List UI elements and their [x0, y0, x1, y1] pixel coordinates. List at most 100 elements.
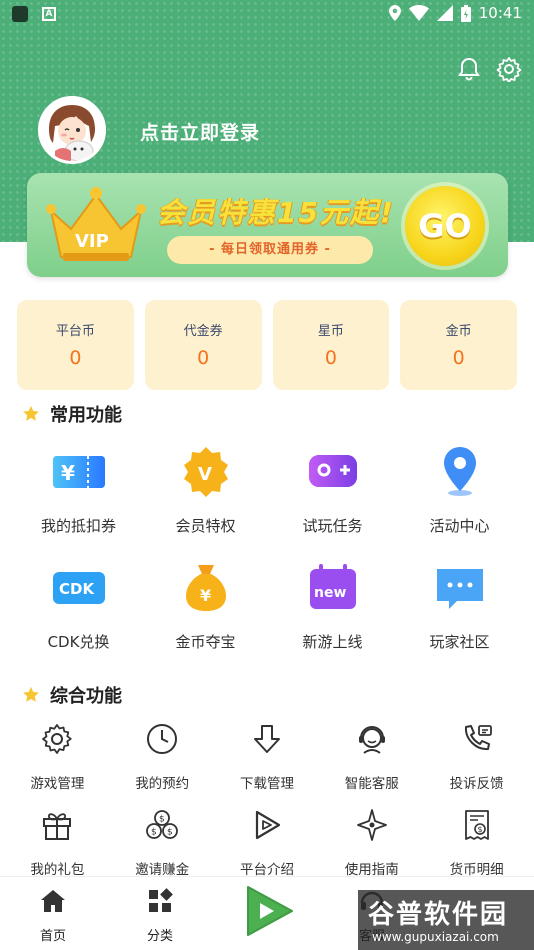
general-item-reservation[interactable]: 我的预约 — [110, 722, 215, 808]
wallet-summary: 平台币 0 代金券 0 星币 0 金币 0 — [17, 300, 517, 390]
login-prompt[interactable]: 点击立即登录 — [140, 118, 260, 145]
item-label: 新游上线 — [302, 633, 363, 651]
watermark: 谷普软件园 www.gupuxiazai.com — [358, 890, 534, 950]
center-play-icon[interactable] — [240, 883, 296, 939]
svg-text:¥: ¥ — [200, 586, 211, 605]
common-item-vip-privilege[interactable]: V 会员特权 — [142, 443, 269, 559]
nav-home[interactable]: 首页 — [23, 887, 83, 944]
svg-text:¥: ¥ — [61, 461, 75, 485]
svg-text:$: $ — [167, 828, 173, 838]
common-item-community[interactable]: 玩家社区 — [396, 559, 523, 675]
svg-text:V: V — [198, 464, 212, 485]
svg-text:$: $ — [151, 828, 157, 838]
nav-category[interactable]: 分类 — [130, 887, 190, 944]
item-label: 投诉反馈 — [449, 776, 504, 792]
item-label: CDK兑换 — [47, 633, 110, 651]
wallet-label: 金币 — [445, 324, 472, 339]
wallet-card-gold-coin[interactable]: 金币 0 — [400, 300, 517, 390]
item-label: 邀请赚金 — [135, 862, 190, 878]
item-label: 活动中心 — [429, 517, 490, 535]
wallet-card-voucher[interactable]: 代金券 0 — [144, 300, 262, 390]
item-label: 玩家社区 — [429, 633, 490, 651]
cdk-icon: CDK — [52, 572, 105, 604]
vip-subtitle: - 每日领取通用券 - — [167, 236, 373, 264]
compass-star-icon — [356, 809, 387, 841]
clock-time: 10:41 — [478, 4, 522, 22]
phone-feedback-icon — [464, 725, 492, 751]
item-label: 使用指南 — [344, 862, 399, 878]
common-item-gold-treasure[interactable]: ¥ 金币夺宝 — [142, 559, 269, 675]
wallet-value: 0 — [197, 347, 210, 369]
category-grid-icon — [149, 888, 173, 912]
item-label: 试玩任务 — [302, 517, 363, 535]
item-label: 货币明细 — [449, 862, 504, 878]
section-title-text: 常用功能 — [50, 405, 122, 426]
avatar-illustration — [41, 99, 103, 161]
wallet-value: 0 — [69, 347, 82, 369]
common-item-trial-task[interactable]: 试玩任务 — [269, 443, 396, 559]
general-item-game-management[interactable]: 游戏管理 — [5, 722, 110, 808]
general-item-download-management[interactable]: 下载管理 — [215, 722, 320, 808]
bell-icon[interactable] — [456, 56, 482, 82]
cdk-badge-text: CDK — [59, 580, 95, 598]
item-label: 下载管理 — [239, 776, 294, 792]
settings-gear-icon[interactable] — [496, 56, 522, 82]
font-notification-icon: A — [42, 7, 56, 21]
common-item-cdk[interactable]: CDK CDK兑换 — [15, 559, 142, 675]
coupon-icon: ¥ — [52, 456, 105, 488]
svg-text:$: $ — [477, 825, 482, 834]
general-functions-grid: 游戏管理 我的预约 下载管理 智能客服 投诉反馈 我的礼包 $ $ $ 邀请赚金 平… — [5, 722, 529, 894]
section-title-text: 综合功能 — [50, 686, 122, 707]
app-notification-icon — [12, 6, 28, 22]
watermark-title: 谷普软件园 — [368, 900, 509, 930]
star-icon — [23, 686, 39, 702]
wallet-card-star-coin[interactable]: 星币 0 — [272, 300, 390, 390]
vip-title: 会员特惠15元起! — [157, 196, 395, 229]
star-icon — [23, 405, 39, 421]
item-label: 智能客服 — [344, 776, 399, 792]
vip-promo-banner[interactable]: VIP 会员特惠15元起! - 每日领取通用券 - GO — [27, 173, 508, 277]
svg-text:$: $ — [159, 815, 165, 825]
gift-icon — [43, 813, 72, 840]
vip-badge-icon: V — [183, 447, 228, 497]
common-item-coupon[interactable]: ¥ 我的抵扣券 — [15, 443, 142, 559]
money-bag-icon: ¥ — [185, 565, 226, 611]
download-icon — [253, 725, 280, 753]
battery-icon — [460, 4, 471, 22]
play-outline-icon — [255, 810, 281, 840]
nav-label: 分类 — [146, 929, 173, 944]
coins-icon: $$ $ — [146, 810, 179, 839]
location-pin-icon — [443, 447, 476, 496]
wallet-value: 0 — [324, 347, 337, 369]
status-bar: A 10:41 — [0, 0, 534, 28]
common-item-activity-center[interactable]: 活动中心 — [396, 443, 523, 559]
wallet-value: 0 — [452, 347, 465, 369]
section-general-functions: 综合功能 — [22, 682, 122, 708]
wallet-label: 代金券 — [183, 324, 223, 339]
nav-label: 首页 — [39, 929, 66, 944]
signal-icon — [436, 5, 453, 21]
item-label: 我的礼包 — [30, 862, 85, 878]
clock-icon — [147, 724, 178, 754]
item-label: 游戏管理 — [30, 776, 85, 792]
avatar[interactable] — [38, 96, 106, 164]
location-icon — [388, 5, 401, 21]
gear-icon — [42, 724, 73, 754]
new-badge-text: new — [314, 585, 346, 601]
item-label: 我的抵扣券 — [40, 517, 116, 535]
section-common-functions: 常用功能 — [22, 401, 122, 427]
vip-go-button[interactable]: GO — [405, 186, 485, 266]
general-item-smart-support[interactable]: 智能客服 — [319, 722, 424, 808]
new-calendar-icon: new — [309, 564, 356, 609]
common-item-new-games[interactable]: new 新游上线 — [269, 559, 396, 675]
chat-bubble-icon — [436, 569, 483, 609]
general-item-complaint-feedback[interactable]: 投诉反馈 — [424, 722, 529, 808]
item-label: 会员特权 — [175, 517, 236, 535]
support-agent-icon — [358, 726, 385, 754]
item-label: 我的预约 — [135, 776, 190, 792]
wallet-card-platform-coin[interactable]: 平台币 0 — [17, 300, 134, 390]
gamepad-icon — [308, 455, 357, 487]
item-label: 金币夺宝 — [175, 633, 236, 651]
crown-icon: VIP — [46, 187, 146, 261]
wallet-label: 平台币 — [55, 324, 95, 339]
